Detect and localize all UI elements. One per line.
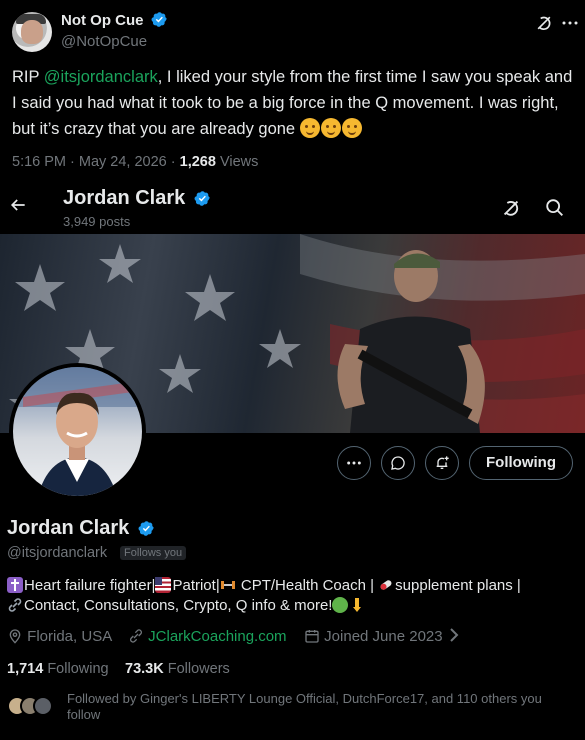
grok-icon[interactable]: [534, 13, 554, 33]
tweet-author-handle[interactable]: @NotOpCue: [61, 33, 147, 50]
calendar-icon: [305, 630, 319, 643]
pointing-down-icon: [349, 597, 365, 613]
profile-bio: Heart failure fighter| Patriot| CPT/Healt…: [7, 576, 572, 616]
profile-handle: @itsjordanclark: [7, 545, 108, 561]
search-icon[interactable]: [544, 197, 566, 219]
notifications-button[interactable]: [425, 446, 459, 480]
profile-name: Jordan Clark: [7, 517, 155, 540]
following-stat[interactable]: 1,714 Following: [7, 661, 109, 677]
posts-count: 3,949 posts: [63, 214, 131, 229]
more-icon: [347, 461, 361, 465]
back-arrow-icon[interactable]: [8, 195, 28, 215]
verified-badge-icon: [194, 191, 210, 206]
profile-header-name: Jordan Clark: [63, 187, 211, 210]
following-button[interactable]: Following: [469, 446, 573, 480]
followers-stat[interactable]: 73.3K Followers: [125, 661, 230, 677]
verified-badge-icon: [151, 12, 167, 27]
message-button[interactable]: [381, 446, 415, 480]
follows-you-badge: Follows you: [120, 546, 187, 560]
flag-icon: [155, 577, 172, 593]
more-icon[interactable]: [561, 14, 579, 32]
saluting-face-emoji-icon: [320, 118, 341, 138]
verified-badge-icon[interactable]: [138, 520, 155, 537]
follower-avatar[interactable]: [33, 696, 53, 716]
saluting-face-emoji-icon: [341, 118, 362, 138]
tweet-author-avatar[interactable]: [12, 12, 52, 52]
joined-item[interactable]: Joined June 2023: [304, 628, 459, 645]
profile-avatar[interactable]: [9, 363, 146, 500]
location-icon: [9, 629, 21, 644]
grok-icon[interactable]: [500, 197, 522, 219]
mention-link[interactable]: @itsjordanclark: [44, 68, 158, 86]
saluting-face-emoji-icon: [299, 118, 320, 138]
website-item[interactable]: JClarkCoaching.com: [128, 628, 287, 645]
chevron-right-icon: [450, 628, 459, 642]
tweet-timestamp[interactable]: 5:16 PM · May 24, 2026 ·: [12, 154, 180, 170]
notification-add-icon: [436, 456, 449, 469]
tweet-text: RIP @itsjordanclark, I liked your style …: [12, 68, 573, 138]
message-icon: [391, 456, 405, 470]
pill-icon: [378, 577, 394, 593]
views-count: 1,268: [179, 154, 216, 170]
tweet-author-name[interactable]: Not Op Cue: [61, 11, 168, 29]
website-link[interactable]: JClarkCoaching.com: [148, 628, 286, 645]
followed-by-text[interactable]: Followed by Ginger's LIBERTY Lounge Offi…: [67, 691, 567, 723]
more-options-button[interactable]: [337, 446, 371, 480]
avatar-photo: [13, 367, 142, 496]
location-item: Florida, USA: [7, 628, 112, 645]
frog-icon: [332, 597, 349, 613]
weight-icon: [220, 577, 236, 593]
link-icon: [130, 629, 142, 643]
tweet-meta: 5:16 PM · May 24, 2026 · 1,268 Views: [12, 154, 259, 170]
link-icon: [7, 597, 23, 613]
cross-icon: [7, 577, 23, 593]
